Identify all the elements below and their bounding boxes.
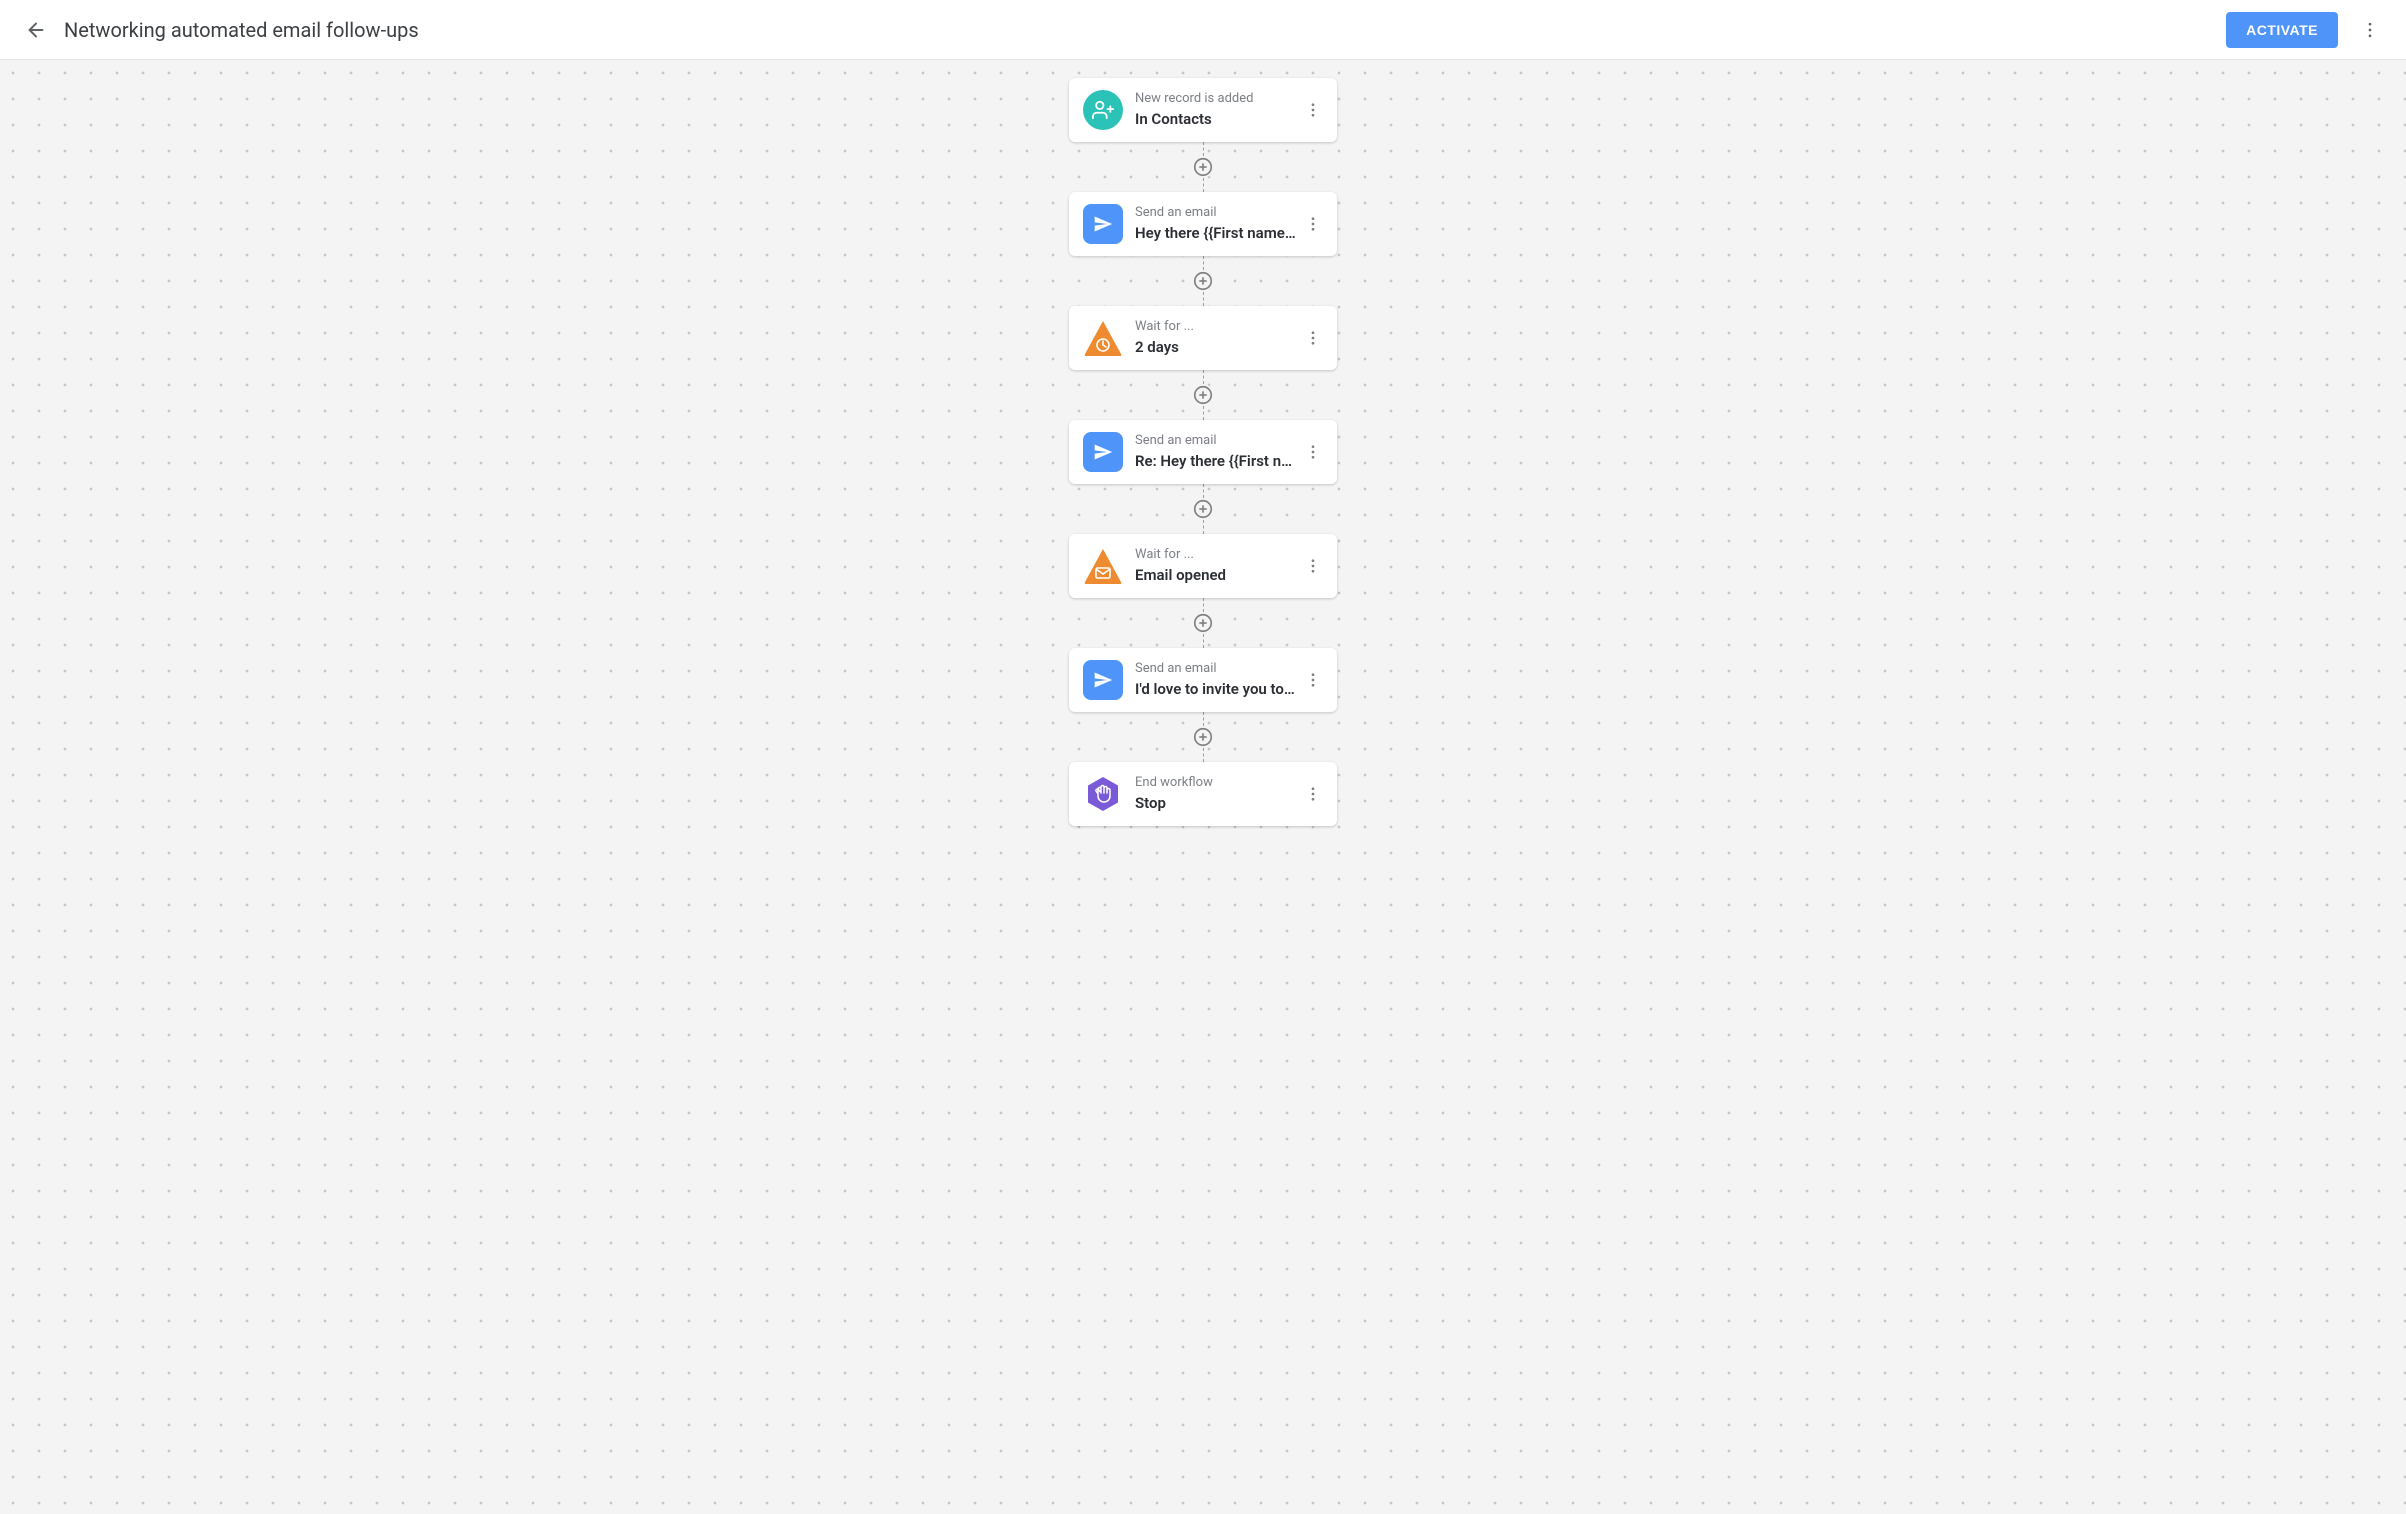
connector — [1192, 484, 1214, 534]
workflow-node-trigger[interactable]: New record is added In Contacts — [1069, 78, 1337, 142]
add-step-button[interactable] — [1192, 384, 1214, 406]
add-step-button[interactable] — [1192, 726, 1214, 748]
node-overflow-menu[interactable] — [1297, 94, 1329, 126]
node-overflow-menu[interactable] — [1297, 322, 1329, 354]
more-vertical-icon — [1304, 443, 1322, 461]
more-vertical-icon — [1304, 557, 1322, 575]
workflow-node-email[interactable]: Send an email Hey there {{First name… — [1069, 192, 1337, 256]
node-description: Re: Hey there {{First n… — [1135, 451, 1297, 472]
node-text: New record is added In Contacts — [1135, 90, 1297, 129]
more-vertical-icon — [1304, 785, 1322, 803]
node-description: 2 days — [1135, 337, 1297, 358]
node-overflow-menu[interactable] — [1297, 664, 1329, 696]
clock-triangle-icon — [1083, 318, 1123, 358]
more-vertical-icon — [1304, 101, 1322, 119]
connector-line — [1203, 712, 1204, 726]
node-description: Hey there {{First name… — [1135, 223, 1297, 244]
connector-line — [1203, 598, 1204, 612]
workflow-node-stop[interactable]: End workflow Stop — [1069, 762, 1337, 826]
connector-line — [1203, 256, 1204, 270]
node-text: Wait for ... 2 days — [1135, 318, 1297, 357]
node-step-label: Wait for ... — [1135, 546, 1297, 564]
plus-circle-icon — [1192, 156, 1214, 178]
connector-line — [1203, 634, 1204, 648]
send-icon — [1083, 660, 1123, 700]
node-step-label: Send an email — [1135, 204, 1297, 222]
add-step-button[interactable] — [1192, 612, 1214, 634]
workflow-node-email[interactable]: Send an email I'd love to invite you to… — [1069, 648, 1337, 712]
node-text: Wait for ... Email opened — [1135, 546, 1297, 585]
add-step-button[interactable] — [1192, 156, 1214, 178]
add-step-button[interactable] — [1192, 270, 1214, 292]
plus-circle-icon — [1192, 726, 1214, 748]
node-overflow-menu[interactable] — [1297, 436, 1329, 468]
workflow-node-email[interactable]: Send an email Re: Hey there {{First n… — [1069, 420, 1337, 484]
node-text: Send an email I'd love to invite you to… — [1135, 660, 1297, 699]
connector-line — [1203, 520, 1204, 534]
node-text: Send an email Re: Hey there {{First n… — [1135, 432, 1297, 471]
header: Networking automated email follow-ups AC… — [0, 0, 2406, 60]
back-button[interactable] — [18, 12, 54, 48]
connector — [1192, 598, 1214, 648]
connector — [1192, 712, 1214, 762]
plus-circle-icon — [1192, 270, 1214, 292]
node-description: I'd love to invite you to… — [1135, 679, 1297, 700]
page-title: Networking automated email follow-ups — [64, 18, 2226, 42]
node-text: End workflow Stop — [1135, 774, 1297, 813]
node-text: Send an email Hey there {{First name… — [1135, 204, 1297, 243]
node-step-label: Send an email — [1135, 432, 1297, 450]
node-step-label: Wait for ... — [1135, 318, 1297, 336]
node-description: In Contacts — [1135, 109, 1297, 130]
connector — [1192, 142, 1214, 192]
workflow-node-wait[interactable]: Wait for ... Email opened — [1069, 534, 1337, 598]
connector-line — [1203, 748, 1204, 762]
plus-circle-icon — [1192, 612, 1214, 634]
connector-line — [1203, 292, 1204, 306]
node-step-label: New record is added — [1135, 90, 1297, 108]
workflow-node-wait[interactable]: Wait for ... 2 days — [1069, 306, 1337, 370]
node-step-label: Send an email — [1135, 660, 1297, 678]
more-vertical-icon — [1304, 671, 1322, 689]
mail-triangle-icon — [1083, 546, 1123, 586]
activate-button[interactable]: ACTIVATE — [2226, 12, 2338, 48]
connector — [1192, 370, 1214, 420]
more-vertical-icon — [1304, 215, 1322, 233]
add-step-button[interactable] — [1192, 498, 1214, 520]
connector-line — [1203, 484, 1204, 498]
node-overflow-menu[interactable] — [1297, 550, 1329, 582]
node-description: Stop — [1135, 793, 1297, 814]
connector-line — [1203, 370, 1204, 384]
connector — [1192, 256, 1214, 306]
arrow-left-icon — [25, 19, 47, 41]
hand-stop-icon — [1083, 774, 1123, 814]
workflow-canvas[interactable]: New record is added In Contacts Send an … — [0, 60, 2406, 1514]
plus-circle-icon — [1192, 384, 1214, 406]
connector-line — [1203, 142, 1204, 156]
plus-circle-icon — [1192, 498, 1214, 520]
node-description: Email opened — [1135, 565, 1297, 586]
node-step-label: End workflow — [1135, 774, 1297, 792]
more-vertical-icon — [1304, 329, 1322, 347]
node-overflow-menu[interactable] — [1297, 208, 1329, 240]
connector-line — [1203, 178, 1204, 192]
send-icon — [1083, 204, 1123, 244]
person-add-icon — [1083, 90, 1123, 130]
send-icon — [1083, 432, 1123, 472]
more-vertical-icon — [2360, 20, 2380, 40]
node-overflow-menu[interactable] — [1297, 778, 1329, 810]
header-overflow-menu[interactable] — [2352, 12, 2388, 48]
connector-line — [1203, 406, 1204, 420]
